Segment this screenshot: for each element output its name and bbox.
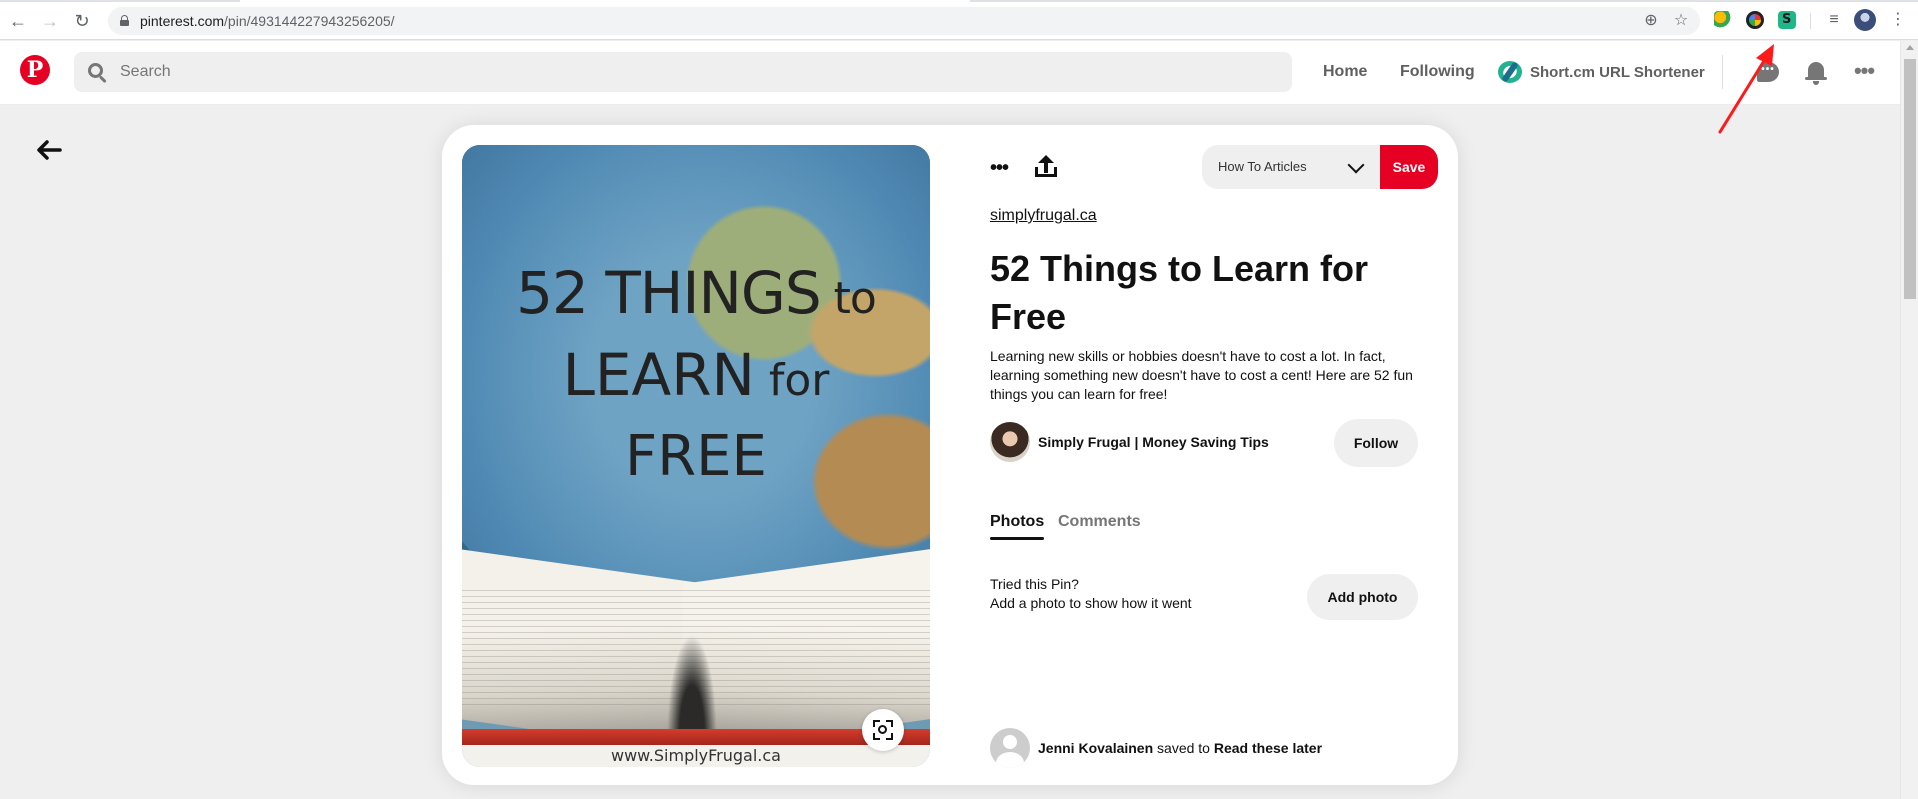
save-button[interactable]: Save: [1380, 145, 1438, 189]
nav-home[interactable]: Home: [1323, 63, 1367, 81]
zoom-icon[interactable]: ⊕: [1642, 12, 1660, 30]
add-photo-button[interactable]: Add photo: [1307, 574, 1418, 620]
back-arrow-icon[interactable]: [34, 136, 62, 164]
creator-name[interactable]: Simply Frugal | Money Saving Tips: [1038, 434, 1269, 450]
pin-more-icon[interactable]: •••: [990, 155, 1018, 183]
chevron-down-icon: [1347, 156, 1365, 174]
kebab-menu-icon[interactable]: ⋮: [1888, 9, 1908, 31]
scroll-thumb[interactable]: [1904, 59, 1916, 299]
tab-strip-edge: [0, 0, 1918, 2]
board-dropdown[interactable]: How To Articles: [1202, 145, 1380, 189]
caption-line2-small: for: [754, 355, 830, 406]
caption-line1: 52 THINGS: [516, 259, 822, 327]
nav-shortcm[interactable]: Short.cm URL Shortener: [1530, 64, 1705, 81]
pin-image[interactable]: 52 THINGS to LEARN for FREE www.SimplyFr…: [462, 145, 930, 767]
pin-description: Learning new skills or hobbies doesn't h…: [990, 348, 1413, 402]
board-dropdown-label: How To Articles: [1218, 159, 1307, 174]
caption-line2: LEARN: [562, 341, 755, 409]
address-url[interactable]: pinterest.com/pin/493144227943256205/: [140, 13, 395, 29]
image-watermark: www.SimplyFrugal.ca: [611, 746, 781, 765]
pin-title: 52 Things to Learn for Free: [990, 248, 1369, 337]
site-header: P Home Following Short.cm URL Shortener …: [0, 41, 1900, 105]
pinterest-logo[interactable]: P: [20, 55, 50, 85]
reload-icon[interactable]: ↻: [70, 9, 94, 33]
source-link[interactable]: simplyfrugal.ca: [990, 207, 1097, 225]
search-input[interactable]: [120, 52, 1270, 92]
extension-flower-icon[interactable]: [1714, 11, 1732, 29]
pin-closeup-card: 52 THINGS to LEARN for FREE www.SimplyFr…: [442, 125, 1458, 785]
extension-shortcm-icon[interactable]: [1778, 11, 1796, 29]
saved-board-name[interactable]: Read these later: [1214, 740, 1322, 756]
search-icon: [88, 63, 108, 84]
open-book-illustration: [462, 525, 930, 754]
saved-verb: saved to: [1153, 740, 1214, 756]
scroll-up-icon[interactable]: [1906, 45, 1914, 50]
creator-avatar[interactable]: [990, 422, 1030, 462]
share-icon[interactable]: [1032, 153, 1060, 183]
tried-pin-prompt: Tried this Pin?: [990, 576, 1079, 592]
reading-list-icon[interactable]: ≡: [1824, 10, 1844, 30]
pin-image-caption: 52 THINGS to LEARN for FREE: [462, 255, 930, 495]
url-path: /pin/493144227943256205/: [224, 13, 395, 29]
page-scrollbar[interactable]: [1900, 41, 1918, 799]
lock-icon[interactable]: [120, 15, 129, 26]
tab-photos[interactable]: Photos: [990, 513, 1045, 540]
follow-button[interactable]: Follow: [1334, 419, 1418, 467]
back-icon[interactable]: ←: [6, 9, 30, 33]
bookmark-star-icon[interactable]: ☆: [1672, 12, 1690, 30]
tab-comments[interactable]: Comments: [1058, 513, 1141, 531]
toolbar-divider: [1810, 13, 1811, 29]
saver-name[interactable]: Jenni Kovalainen: [1038, 740, 1153, 756]
nav-following[interactable]: Following: [1400, 63, 1475, 81]
browser-toolbar: ← → ↻ pinterest.com/pin/4931442279432562…: [0, 0, 1918, 40]
caption-line3: FREE: [625, 424, 767, 489]
caption-line1-small: to: [820, 273, 877, 324]
more-options-icon[interactable]: •••: [1850, 59, 1878, 87]
url-host: pinterest.com: [140, 13, 225, 29]
annotation-arrow-icon: [1718, 44, 1774, 134]
saved-activity: Jenni Kovalainen saved to Read these lat…: [1038, 740, 1322, 756]
saver-avatar[interactable]: [990, 728, 1030, 768]
tried-pin-hint: Add a photo to show how it went: [990, 595, 1192, 611]
extension-color-picker-icon[interactable]: [1746, 11, 1764, 29]
more-options-dots: •••: [1853, 58, 1875, 83]
visual-search-icon[interactable]: [862, 709, 904, 751]
notifications-bell-icon[interactable]: [1802, 59, 1830, 87]
forward-icon[interactable]: →: [38, 9, 62, 33]
profile-avatar[interactable]: [1854, 9, 1876, 31]
shortcm-logo-icon[interactable]: [1498, 61, 1522, 83]
address-bar[interactable]: pinterest.com/pin/493144227943256205/ ⊕ …: [108, 7, 1700, 35]
search-bar[interactable]: [74, 52, 1292, 92]
